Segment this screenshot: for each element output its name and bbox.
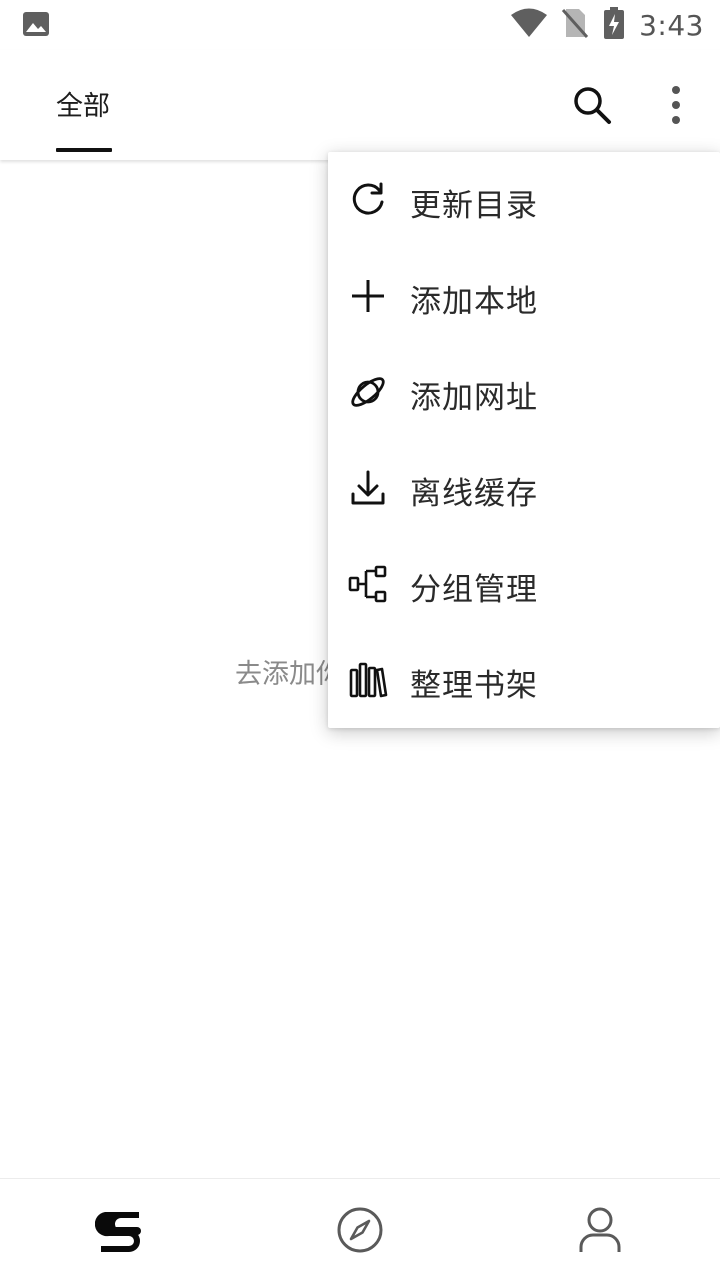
- menu-item-update-catalog[interactable]: 更新目录: [328, 152, 720, 248]
- more-vert-icon[interactable]: [656, 83, 696, 127]
- compass-icon[interactable]: [335, 1205, 385, 1255]
- menu-item-label: 添加网址: [410, 380, 538, 416]
- image-notification-icon: [22, 11, 50, 37]
- menu-item-label: 分组管理: [410, 572, 538, 608]
- bookshelf-icon[interactable]: [94, 1205, 145, 1255]
- menu-item-label: 离线缓存: [410, 476, 538, 512]
- plus-icon: [348, 276, 388, 316]
- menu-item-label: 整理书架: [410, 668, 538, 704]
- status-bar: 3:43: [0, 0, 720, 50]
- wifi-icon: [511, 8, 548, 42]
- screen: 3:43 全部 去添加你 更新目录 添加本地 添加网址 离线缓存 分组管理 整理…: [0, 0, 720, 1280]
- person-icon[interactable]: [575, 1205, 625, 1255]
- menu-item-organize-shelf[interactable]: 整理书架: [328, 632, 720, 728]
- empty-state-hint: 去添加你: [235, 659, 343, 690]
- tab-all[interactable]: 全部: [56, 84, 110, 123]
- menu-item-offline-cache[interactable]: 离线缓存: [328, 440, 720, 536]
- refresh-icon: [348, 180, 388, 220]
- status-icons: 3:43: [511, 7, 704, 43]
- battery-charging-icon: [603, 7, 625, 43]
- menu-item-add-local[interactable]: 添加本地: [328, 248, 720, 344]
- search-icon[interactable]: [570, 83, 614, 127]
- books-icon: [348, 660, 388, 700]
- top-app-bar: 全部: [0, 50, 720, 160]
- menu-item-label: 更新目录: [410, 188, 538, 224]
- bottom-navigation: [0, 1178, 720, 1280]
- overflow-menu: 更新目录 添加本地 添加网址 离线缓存 分组管理 整理书架: [328, 152, 720, 728]
- planet-icon: [348, 372, 388, 412]
- group-manage-icon: [348, 564, 388, 604]
- menu-item-add-url[interactable]: 添加网址: [328, 344, 720, 440]
- tab-indicator: [56, 148, 112, 152]
- menu-item-group-manage[interactable]: 分组管理: [328, 536, 720, 632]
- no-sim-icon: [561, 7, 589, 43]
- status-time: 3:43: [639, 8, 704, 42]
- download-icon: [348, 468, 388, 508]
- menu-item-label: 添加本地: [410, 284, 538, 320]
